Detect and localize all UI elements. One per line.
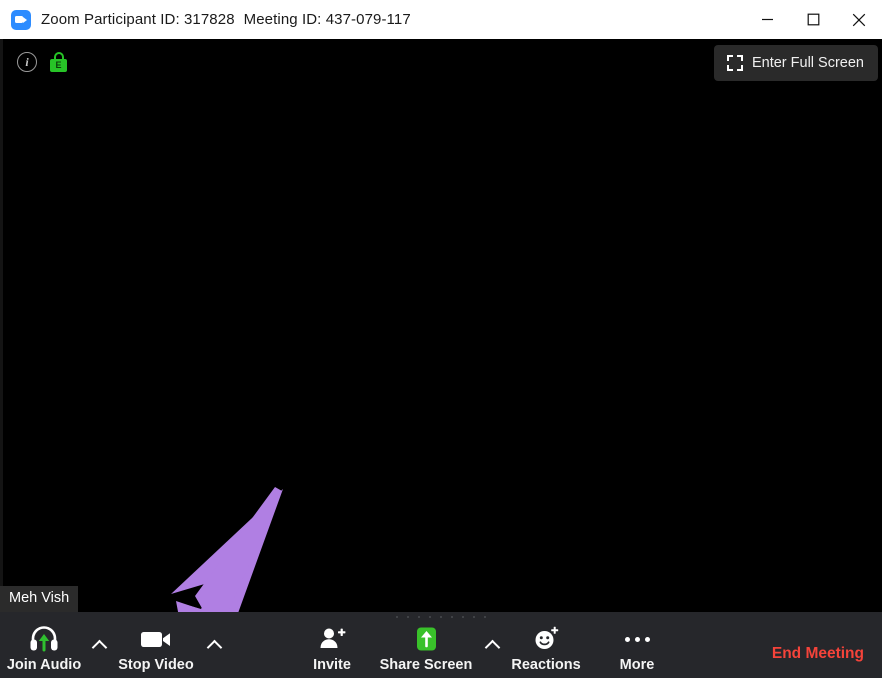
zoom-logo-icon <box>11 10 31 30</box>
lock-body: E <box>50 59 67 72</box>
reactions-label: Reactions <box>511 658 580 674</box>
stop-video-label: Stop Video <box>118 658 193 674</box>
participant-name-badge: Meh Vish <box>0 586 78 612</box>
join-audio-chevron-up-icon[interactable] <box>88 634 110 656</box>
share-screen-button[interactable]: Share Screen <box>377 624 475 674</box>
join-audio-button[interactable]: Join Audio <box>7 624 81 674</box>
headset-join-audio-icon <box>29 626 59 652</box>
end-meeting-button[interactable]: End Meeting <box>772 645 864 663</box>
enter-full-screen-label: Enter Full Screen <box>752 55 864 71</box>
share-screen-arrow-icon <box>408 626 444 652</box>
invite-button[interactable]: Invite <box>300 624 364 674</box>
window-titlebar: Zoom Participant ID: 317828 Meeting ID: 4… <box>0 0 882 39</box>
reactions-button[interactable]: Reactions <box>505 624 587 674</box>
share-screen-label: Share Screen <box>380 658 473 674</box>
ellipsis-icon <box>622 626 652 652</box>
window-title: Zoom Participant ID: 317828 Meeting ID: 4… <box>41 11 411 28</box>
close-icon <box>852 13 866 27</box>
join-audio-label: Join Audio <box>7 658 81 674</box>
fullscreen-corners-icon <box>727 55 743 71</box>
annotation-arrow-icon <box>165 484 295 612</box>
enter-full-screen-button[interactable]: Enter Full Screen <box>714 45 878 81</box>
stop-video-button[interactable]: Stop Video <box>117 624 195 674</box>
stage-status-icons: i E <box>17 52 67 72</box>
more-label: More <box>620 658 655 674</box>
encryption-letter: E <box>55 61 61 70</box>
window-controls <box>744 0 882 39</box>
invite-label: Invite <box>313 658 351 674</box>
stage-left-edge <box>0 39 3 612</box>
smiley-plus-icon <box>532 626 560 652</box>
person-plus-icon <box>318 626 346 652</box>
close-button[interactable] <box>836 0 882 39</box>
stop-video-chevron-up-icon[interactable] <box>203 634 225 656</box>
camera-icon <box>138 627 174 651</box>
meeting-controls-toolbar: Join Audio Stop Video <box>0 612 882 678</box>
share-screen-chevron-up-icon[interactable] <box>481 634 503 656</box>
participant-id-label: Zoom Participant ID: 317828 <box>41 11 235 28</box>
encryption-lock-icon[interactable]: E <box>50 52 67 72</box>
maximize-button[interactable] <box>790 0 836 39</box>
video-stage: i E Enter Full Screen Meh Vish <box>0 39 882 612</box>
toolbar-drag-handle[interactable] <box>0 616 882 620</box>
zoom-meeting-window: Zoom Participant ID: 317828 Meeting ID: 4… <box>0 0 882 678</box>
minimize-button[interactable] <box>744 0 790 39</box>
more-button[interactable]: More <box>605 624 669 674</box>
meeting-id-label: Meeting ID: 437-079-117 <box>244 11 411 28</box>
info-icon[interactable]: i <box>17 52 37 72</box>
minimize-icon <box>761 13 774 26</box>
maximize-icon <box>807 13 820 26</box>
